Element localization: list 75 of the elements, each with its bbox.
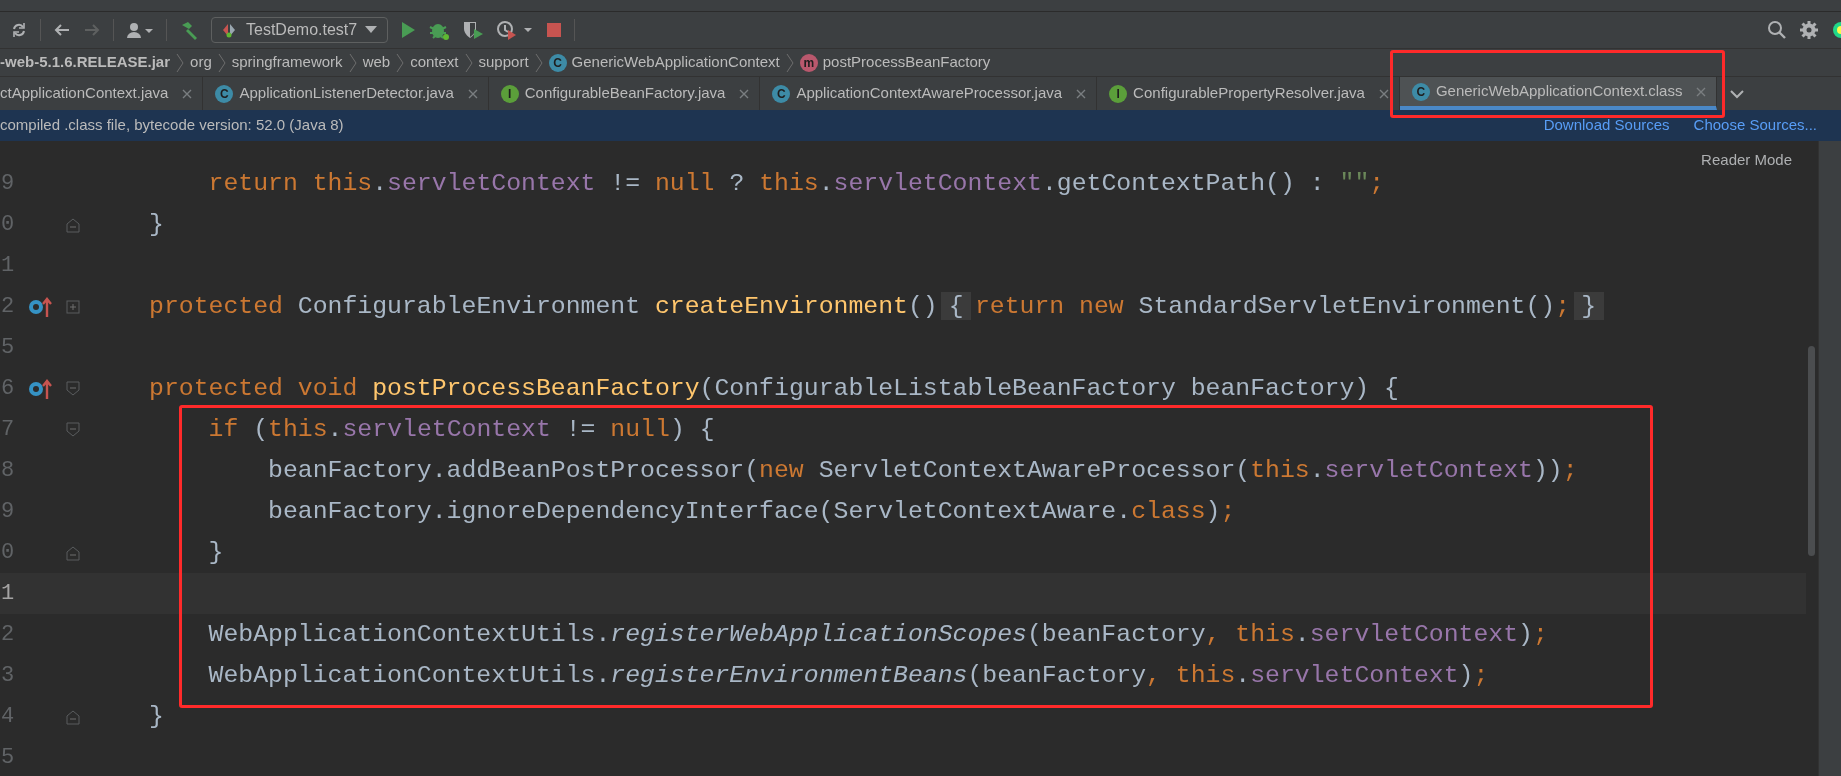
code-line: } (149, 700, 164, 732)
close-icon[interactable] (1696, 86, 1707, 97)
scrollbar-thumb[interactable] (1808, 346, 1815, 556)
breadcrumb-item[interactable]: support (478, 51, 529, 74)
code-line: WebApplicationContextUtils.registerEnvironmentBeans(beanFactory, this.servletContext); (207, 659, 1489, 691)
chevron-icon[interactable] (348, 52, 357, 73)
run-configuration-dropdown[interactable]: TestDemo.test7 (211, 17, 389, 43)
line-number: 2 (0, 293, 16, 321)
interface-badge: I (1109, 84, 1128, 103)
fold-marker-icon[interactable] (65, 420, 81, 439)
code-line: WebApplicationContextUtils.registerWebApplicationScopes(beanFactory, this.servletContext); (207, 618, 1548, 650)
line-number: 1 (0, 580, 16, 608)
banner-link[interactable]: Choose Sources... (1693, 114, 1817, 137)
method-badge: m (799, 53, 818, 72)
run-icon[interactable] (400, 21, 417, 39)
class-badge: C (772, 84, 791, 103)
code-line: protected ConfigurableEnvironment createEnvironment() { return new StandardServletEnvironment(); } (149, 287, 1608, 326)
line-number: 2 (0, 621, 16, 649)
line-number: 1 (0, 252, 16, 280)
line-number: 4 (0, 703, 16, 731)
code-line: } (207, 536, 224, 568)
breadcrumb-item[interactable]: GenericWebApplicationContext (571, 51, 780, 74)
search-icon[interactable] (1767, 20, 1787, 40)
close-icon[interactable] (1076, 88, 1087, 99)
class-badge: C (215, 84, 234, 103)
run-config-icon (222, 22, 238, 38)
close-icon[interactable] (739, 88, 750, 99)
chevron-icon[interactable] (534, 52, 543, 73)
breadcrumb-item[interactable]: springframework (231, 51, 343, 74)
code-line: protected void postProcessBeanFactory(ConfigurableListableBeanFactory beanFactory) { (149, 372, 1399, 404)
editor-tab[interactable]: C GenericWebApplicationContext.class (1399, 77, 1718, 110)
breadcrumb-item[interactable]: -web-5.1.6.RELEASE.jar (0, 51, 171, 74)
chevron-icon[interactable] (217, 52, 226, 73)
app-logo-icon[interactable] (1831, 20, 1841, 40)
chevron-icon[interactable] (396, 52, 405, 73)
fold-marker-icon[interactable] (65, 379, 81, 398)
interface-badge: I (500, 84, 519, 103)
banner-link[interactable]: Download Sources (1543, 114, 1670, 137)
code-line: beanFactory.addBeanPostProcessor(new ServletContextAwareProcessor(this.servletContext)); (267, 454, 1578, 486)
caret-icon (365, 26, 378, 34)
close-icon[interactable] (182, 88, 193, 99)
close-icon[interactable] (1378, 88, 1389, 99)
close-icon[interactable] (467, 88, 478, 99)
line-number: 9 (0, 498, 16, 526)
line-number: 6 (0, 375, 16, 403)
line-number: 8 (0, 457, 16, 485)
breadcrumb-item[interactable]: postProcessBeanFactory (822, 51, 991, 74)
code-line: return this.servletContext != null ? this.servletContext.getContextPath() : ""; (207, 167, 1385, 199)
line-number: 9 (0, 170, 16, 198)
settings-icon[interactable] (1799, 20, 1819, 40)
banner-message: compiled .class file, bytecode version: 52.0 (Java 8) (0, 115, 345, 136)
class-badge: C (548, 53, 567, 72)
reader-mode-button[interactable]: Reader Mode (1701, 149, 1792, 172)
refresh-icon[interactable] (10, 21, 28, 39)
code-line: } (149, 208, 164, 240)
line-number: 5 (0, 744, 16, 772)
user-icon[interactable] (126, 21, 154, 39)
fold-marker-icon[interactable] (65, 297, 81, 316)
line-number: 0 (0, 539, 16, 567)
shield-run-icon[interactable] (462, 20, 485, 40)
breadcrumb-item[interactable]: context (410, 51, 459, 74)
line-number: 5 (0, 334, 16, 362)
chevron-icon[interactable] (176, 52, 185, 73)
breadcrumb-item[interactable]: web (362, 51, 391, 74)
code-line: if (this.servletContext != null) { (207, 413, 715, 445)
line-number: 0 (0, 211, 16, 239)
breadcrumb-item[interactable]: org (190, 51, 212, 74)
code-line: beanFactory.ignoreDependencyInterface(ServletContextAware.class); (267, 495, 1236, 527)
chevron-icon[interactable] (785, 52, 794, 73)
line-number: 7 (0, 416, 16, 444)
line-number: 3 (0, 662, 16, 690)
profiler-icon[interactable] (496, 20, 535, 40)
class-badge: C (1411, 82, 1430, 101)
stop-icon[interactable] (546, 22, 563, 38)
chevron-icon[interactable] (464, 52, 473, 73)
